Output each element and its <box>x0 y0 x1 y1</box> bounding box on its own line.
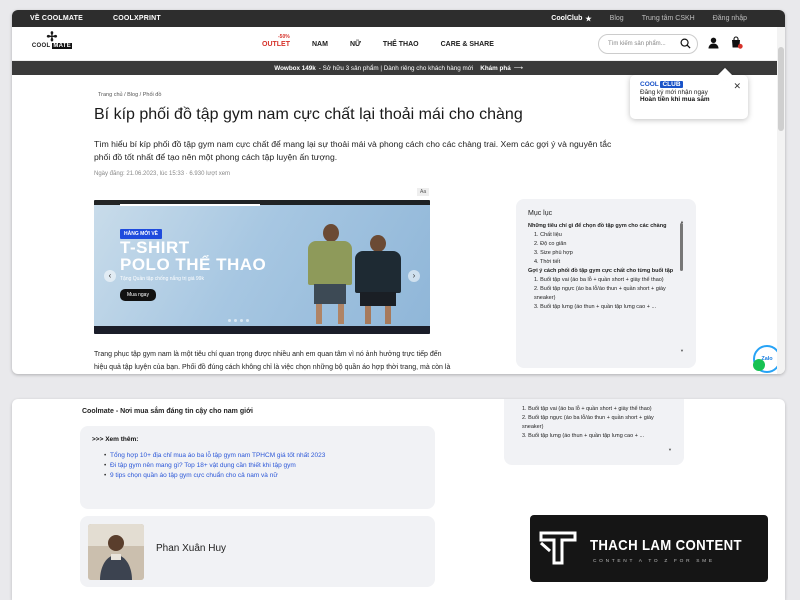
article-meta: Ngày đăng: 21.06.2023, lúc 15:33 · 6.930… <box>94 171 230 177</box>
scroll-down-icon[interactable]: ▼ <box>668 447 672 452</box>
avatar <box>88 524 144 580</box>
author-name: Phan Xuân Huy <box>156 543 227 554</box>
window-scrollbar[interactable] <box>777 27 785 374</box>
meta-text: Ngày đăng: 21.06.2023, lúc 15:33 · 6.930… <box>94 171 231 177</box>
see-more-link[interactable]: 9 tips chọn quần áo tập gym cực chuẩn ch… <box>104 471 423 481</box>
logo-text: COOL MATE <box>31 43 73 49</box>
page-title: Bí kíp phối đồ tập gym nam cực chất lại … <box>94 106 523 123</box>
search-input[interactable]: Tìm kiếm sản phẩm... <box>598 34 698 54</box>
hero-sub: Tặng Quần tập chống nắng trị giá 99k <box>120 276 204 282</box>
link-support[interactable]: Trung tâm CSKH <box>642 15 695 22</box>
table-of-contents: Mục lục Những tiêu chí gì để chọn đồ tập… <box>516 199 696 368</box>
hero-progress <box>120 204 260 206</box>
menu-label-outlet: OUTLET <box>262 40 290 48</box>
see-more-title: >>> Xem thêm: <box>92 436 139 443</box>
watermark-mark-icon <box>539 531 577 565</box>
promo-text: - Sở hữu 3 sản phẩm | Dành riêng cho khá… <box>318 64 474 72</box>
toc-section[interactable]: Gợi ý cách phối đồ tập gym cực chất cho … <box>528 267 678 276</box>
toc-item[interactable]: 1. Buổi tập vai (áo ba lỗ + quần short +… <box>516 405 666 414</box>
toc-list-continued: 1. Buổi tập vai (áo ba lỗ + quần short +… <box>516 405 666 441</box>
breadcrumb[interactable]: Trang chủ / Blog / Phối đồ <box>98 92 161 98</box>
logo[interactable]: ✢ COOL MATE <box>30 29 74 49</box>
watermark-title: THACH LAM CONTENT <box>590 537 742 554</box>
toc-list: Những tiêu chí gì để chọn đồ tập gym cho… <box>528 222 678 312</box>
logo-mark-icon: ✢ <box>46 29 58 44</box>
chevron-right-icon[interactable]: › <box>408 270 420 282</box>
popup-line-1: Đăng ký mới nhận ngay <box>640 89 708 96</box>
hero-buy-button[interactable]: Mua ngay <box>120 289 156 301</box>
promo-cta[interactable]: Khám phá <box>480 65 510 72</box>
coolclub-popup[interactable]: COOL CLUB Đăng ký mới nhận ngay Hoàn tiề… <box>630 67 748 119</box>
font-size-button[interactable]: Aa <box>417 188 430 196</box>
toc-item[interactable]: 3. Buổi tập lưng (áo thun + quần tập lưn… <box>528 303 678 312</box>
search-placeholder: Tìm kiếm sản phẩm... <box>608 41 666 47</box>
main-nav: ✢ COOL MATE -50% OUTLET NAM NỮ THỂ THAO … <box>12 27 785 61</box>
phone-icon <box>753 359 765 371</box>
scroll-down-icon[interactable]: ▼ <box>680 348 684 353</box>
star-icon: ★ <box>585 15 592 23</box>
see-more-list: Tổng hợp 10+ địa chỉ mua áo ba lỗ tập gy… <box>92 451 423 481</box>
top-utility-bar: VỀ COOLMATE COOLXPRINT CoolClub ★ Blog T… <box>12 10 785 27</box>
menu-item-the-thao[interactable]: THỂ THAO <box>383 41 419 48</box>
toc-section[interactable]: Những tiêu chí gì để chọn đồ tập gym cho… <box>528 222 678 231</box>
hero-pagination[interactable] <box>228 319 249 322</box>
user-icon[interactable] <box>708 36 719 54</box>
popup-line-2: Hoàn tiền khi mua sắm <box>640 96 710 103</box>
link-coolclub[interactable]: CoolClub ★ <box>551 15 591 23</box>
menu-item-nam[interactable]: NAM <box>312 41 328 48</box>
link-ve-coolmate[interactable]: VỀ COOLMATE <box>30 15 83 22</box>
toc-item[interactable]: 2. Buổi tập ngực (áo ba lỗ/áo thun + quầ… <box>516 414 666 432</box>
menu-item-outlet[interactable]: -50% OUTLET <box>262 34 290 48</box>
toc-item[interactable]: 1. Buổi tập vai (áo ba lỗ + quần short +… <box>528 276 678 285</box>
cart-icon[interactable] <box>730 36 743 54</box>
hero-footer-strip <box>94 326 430 334</box>
article-body: Trang phục tập gym nam là một tiêu chí q… <box>94 351 451 371</box>
hero-banner[interactable]: HÀNG MỚI VỀ T-SHIRT POLO THỂ THAO Tặng Q… <box>94 200 430 334</box>
article-intro: Tìm hiểu bí kíp phối đồ tập gym nam cực … <box>94 139 612 162</box>
popup-brand-a: COOL <box>640 81 659 88</box>
link-blog[interactable]: Blog <box>610 15 624 22</box>
hero-line-1: T-SHIRT <box>120 238 190 257</box>
toc-item[interactable]: 2. Độ co giãn <box>528 240 678 249</box>
watermark-logo: THACH LAM CONTENT CONTENT A TO Z FOR SME <box>530 515 768 582</box>
tagline: Coolmate - Nơi mua sắm đáng tin cậy cho … <box>82 408 253 415</box>
menu-item-nu[interactable]: NỮ <box>350 41 361 48</box>
link-login[interactable]: Đăng nhập <box>713 15 747 22</box>
promo-bar[interactable]: Wowbox 149k - Sở hữu 3 sản phẩm | Dành r… <box>12 61 785 75</box>
see-more-link[interactable]: Đi tập gym nên mang gì? Top 18+ vật dụng… <box>104 461 423 471</box>
toc-item[interactable]: 3. Buổi tập lưng (áo thun + quần tập lưn… <box>516 432 666 441</box>
see-more-box: >>> Xem thêm: Tổng hợp 10+ địa chỉ mua á… <box>80 426 435 509</box>
toc-item[interactable]: 1. Chất liệu <box>528 231 678 240</box>
toc-item[interactable]: 3. Size phù hợp <box>528 249 678 258</box>
browser-window-top: VỀ COOLMATE COOLXPRINT CoolClub ★ Blog T… <box>12 10 785 374</box>
watermark-subtitle: CONTENT A TO Z FOR SME <box>593 559 715 564</box>
search-icon[interactable] <box>680 38 691 51</box>
toc-item[interactable]: 2. Buổi tập ngực (áo ba lỗ/áo thun + quầ… <box>528 285 678 303</box>
outlet-badge: -50% <box>278 33 290 40</box>
hero-line-2: POLO THỂ THAO <box>120 255 267 274</box>
close-icon[interactable]: ✕ <box>733 81 741 92</box>
toc-scrollbar[interactable] <box>680 223 683 271</box>
author-card[interactable]: Phan Xuân Huy <box>80 516 435 587</box>
link-coolxprint[interactable]: COOLXPRINT <box>113 15 161 22</box>
coolclub-label: CoolClub <box>551 15 583 22</box>
popup-brand: COOL CLUB <box>640 81 738 88</box>
promo-bold: Wowbox 149k <box>274 64 316 72</box>
main-menu: -50% OUTLET NAM NỮ THỂ THAO CARE & SHARE <box>262 27 494 61</box>
menu-item-care-share[interactable]: CARE & SHARE <box>441 41 494 48</box>
see-more-link[interactable]: Tổng hợp 10+ địa chỉ mua áo ba lỗ tập gy… <box>104 451 423 461</box>
chevron-left-icon[interactable]: ‹ <box>104 270 116 282</box>
toc-title: Mục lục <box>528 210 553 217</box>
toc-item[interactable]: 4. Thời tiết <box>528 258 678 267</box>
arrow-right-icon: ⟶ <box>513 64 523 72</box>
table-of-contents-continued: 1. Buổi tập vai (áo ba lỗ + quần short +… <box>504 399 684 465</box>
popup-brand-b: CLUB <box>660 81 683 88</box>
